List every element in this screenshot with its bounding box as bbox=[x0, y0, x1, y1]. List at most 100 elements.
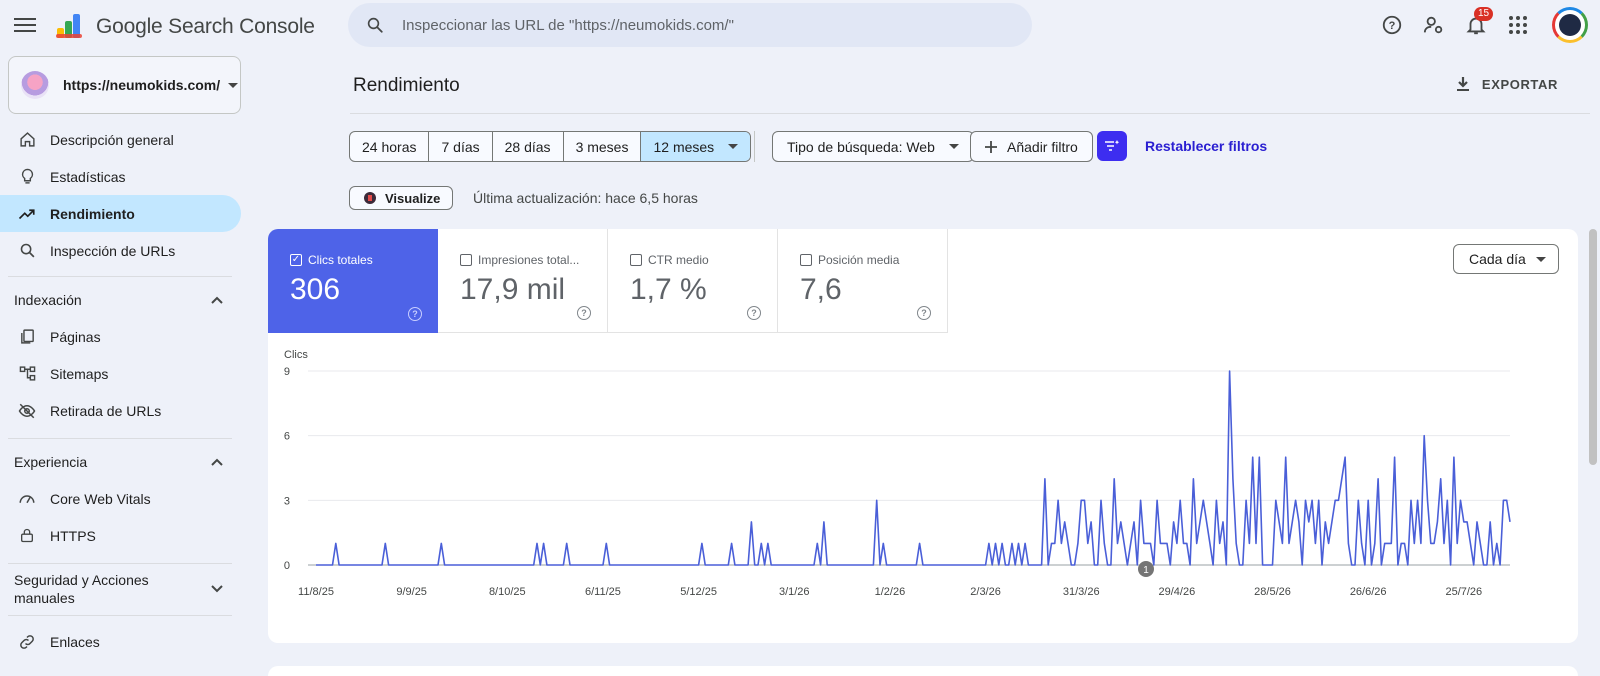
period-label: Cada día bbox=[1469, 251, 1526, 267]
section-security-header[interactable]: Seguridad y Acciones manuales bbox=[0, 571, 241, 607]
metric-total-clicks[interactable]: ✓ Clics totales 306 ? bbox=[268, 229, 438, 333]
export-label: EXPORTAR bbox=[1481, 76, 1558, 92]
chevron-down-icon bbox=[211, 585, 223, 593]
menu-icon[interactable] bbox=[14, 14, 36, 36]
sidebar: https://neumokids.com/ Descripción gener… bbox=[0, 56, 245, 676]
next-card bbox=[268, 666, 1578, 676]
help-icon[interactable]: ? bbox=[917, 306, 931, 320]
search-icon bbox=[367, 17, 383, 33]
metric-label: Posición media bbox=[818, 253, 900, 267]
range-label: 7 días bbox=[441, 138, 480, 155]
metric-average-position[interactable]: Posición media 7,6 ? bbox=[778, 229, 948, 333]
sidebar-item-label: Enlaces bbox=[50, 633, 100, 650]
lock-icon bbox=[18, 527, 36, 545]
help-icon[interactable]: ? bbox=[1372, 5, 1412, 45]
link-icon bbox=[18, 633, 36, 651]
sidebar-divider bbox=[8, 615, 232, 616]
x-tick-label: 8/10/25 bbox=[489, 586, 526, 598]
notifications-icon[interactable]: 15 bbox=[1456, 5, 1496, 45]
range-7d[interactable]: 7 días bbox=[429, 132, 493, 161]
apps-grid-icon[interactable] bbox=[1498, 5, 1538, 45]
x-tick-label: 25/7/26 bbox=[1445, 586, 1482, 598]
sidebar-item-links[interactable]: Enlaces bbox=[0, 623, 241, 660]
sidebar-item-label: Descripción general bbox=[50, 131, 174, 148]
sidebar-item-pages[interactable]: Páginas bbox=[0, 318, 241, 355]
help-icon[interactable]: ? bbox=[577, 306, 591, 320]
range-12m[interactable]: 12 meses bbox=[641, 132, 751, 161]
metric-value: 7,6 bbox=[800, 273, 842, 306]
metric-label-row: Impresiones total... bbox=[460, 253, 579, 267]
export-button[interactable]: EXPORTAR bbox=[1456, 76, 1558, 92]
visualize-label: Visualize bbox=[385, 190, 441, 206]
sidebar-divider bbox=[8, 563, 232, 564]
sidebar-item-overview[interactable]: Descripción general bbox=[0, 121, 241, 158]
x-tick-label: 31/3/26 bbox=[1063, 586, 1100, 598]
metric-total-impressions[interactable]: Impresiones total... 17,9 mil ? bbox=[438, 229, 608, 333]
range-label: 24 horas bbox=[362, 138, 417, 155]
metric-label-row: Posición media bbox=[800, 253, 899, 267]
last-update-text: Última actualización: hace 6,5 horas bbox=[473, 190, 698, 206]
chevron-up-icon bbox=[211, 296, 223, 304]
user-settings-icon[interactable] bbox=[1414, 5, 1454, 45]
y-tick-label: 9 bbox=[284, 366, 290, 378]
range-24h[interactable]: 24 horas bbox=[350, 132, 430, 161]
metric-label-row: CTR medio bbox=[630, 253, 709, 267]
sidebar-item-sitemaps[interactable]: Sitemaps bbox=[0, 355, 241, 392]
sidebar-item-label: Rendimiento bbox=[50, 205, 135, 222]
smart-filter-button[interactable] bbox=[1097, 131, 1127, 161]
x-tick-label: 3/1/26 bbox=[779, 586, 810, 598]
clicks-line-chart: Clics 0 3 6 9 11/8/25 9/9/25 8/10/25 6/11/25 5/… bbox=[284, 349, 1511, 598]
clicks-series-line bbox=[316, 370, 1511, 566]
period-selector[interactable]: Cada día bbox=[1453, 244, 1559, 274]
y-tick-label: 0 bbox=[284, 560, 290, 572]
range-label: 28 días bbox=[504, 138, 551, 155]
metric-average-ctr[interactable]: CTR medio 1,7 % ? bbox=[608, 229, 778, 333]
sidebar-item-https[interactable]: HTTPS bbox=[0, 517, 241, 554]
x-tick-label: 2/3/26 bbox=[970, 586, 1001, 598]
range-3m[interactable]: 3 meses bbox=[564, 132, 642, 161]
visualize-button[interactable]: Visualize bbox=[349, 186, 454, 210]
help-icon[interactable]: ? bbox=[747, 306, 761, 320]
sidebar-item-removals[interactable]: Retirada de URLs bbox=[0, 392, 241, 429]
range-label: 3 meses bbox=[575, 138, 629, 155]
x-tick-label: 9/9/25 bbox=[396, 586, 427, 598]
section-indexing-header[interactable]: Indexación bbox=[0, 292, 241, 308]
checkbox-icon bbox=[630, 254, 642, 266]
sidebar-item-url-inspection[interactable]: Inspección de URLs bbox=[0, 232, 241, 269]
help-icon[interactable]: ? bbox=[408, 307, 422, 321]
property-selector[interactable]: https://neumokids.com/ bbox=[8, 56, 241, 114]
account-avatar[interactable] bbox=[1552, 7, 1588, 43]
sidebar-item-label: Inspección de URLs bbox=[50, 242, 176, 259]
reset-filters-link[interactable]: Restablecer filtros bbox=[1145, 138, 1267, 154]
x-tick-label: 11/8/25 bbox=[298, 586, 334, 598]
property-url: https://neumokids.com/ bbox=[63, 77, 221, 93]
sidebar-item-core-web-vitals[interactable]: Core Web Vitals bbox=[0, 480, 241, 517]
x-tick-label: 6/11/25 bbox=[585, 586, 621, 598]
url-inspection-input[interactable] bbox=[402, 16, 1002, 34]
sidebar-item-label: Páginas bbox=[50, 328, 101, 345]
search-type-filter[interactable]: Tipo de búsqueda: Web bbox=[772, 131, 974, 162]
date-range-selector: 24 horas 7 días 28 días 3 meses 12 meses bbox=[349, 131, 752, 162]
url-inspection-search[interactable] bbox=[348, 3, 1032, 47]
sidebar-item-performance[interactable]: Rendimiento bbox=[0, 195, 241, 232]
annotation-marker-label: 1 bbox=[1143, 565, 1149, 576]
annotation-marker[interactable]: 1 bbox=[1138, 561, 1154, 577]
metric-value: 17,9 mil bbox=[460, 273, 566, 306]
chevron-down-icon bbox=[1536, 256, 1546, 262]
checkbox-checked-icon: ✓ bbox=[290, 254, 302, 266]
filter-separator bbox=[754, 131, 755, 162]
add-filter-button[interactable]: Añadir filtro bbox=[970, 131, 1093, 162]
app-title: Google Search Console bbox=[96, 15, 315, 38]
y-axis-label: Clics bbox=[284, 349, 308, 361]
sitemap-icon bbox=[18, 365, 36, 383]
add-filter-label: Añadir filtro bbox=[1007, 138, 1078, 155]
sidebar-item-label: Core Web Vitals bbox=[50, 490, 151, 507]
metric-label: Clics totales bbox=[308, 253, 373, 267]
sidebar-item-insights[interactable]: Estadísticas bbox=[0, 158, 241, 195]
section-experience-header[interactable]: Experiencia bbox=[0, 454, 241, 470]
x-tick-label: 28/5/26 bbox=[1254, 586, 1291, 598]
sidebar-item-label: Estadísticas bbox=[50, 168, 126, 185]
range-28d[interactable]: 28 días bbox=[493, 132, 564, 161]
scrollbar-thumb[interactable] bbox=[1589, 229, 1597, 465]
search-icon bbox=[18, 242, 36, 260]
